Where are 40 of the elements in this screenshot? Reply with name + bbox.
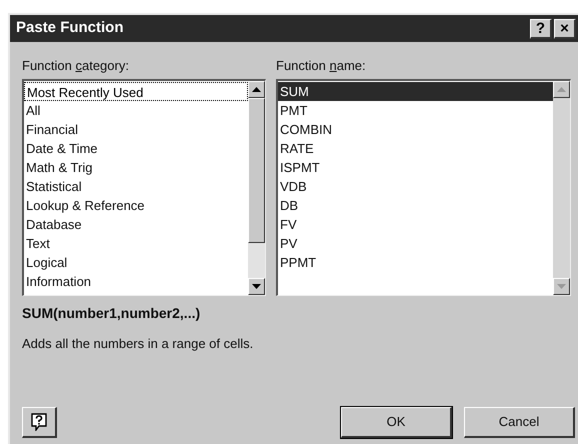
function-description: Adds all the numbers in a range of cells.	[21, 335, 254, 353]
list-item[interactable]: ISPMT	[278, 158, 553, 177]
list-item[interactable]: PV	[278, 234, 553, 253]
scroll-down-button[interactable]	[248, 278, 265, 295]
list-item[interactable]: SUM	[278, 82, 553, 101]
list-item[interactable]: Date & Time	[24, 139, 248, 158]
list-item[interactable]: Most Recently Used	[24, 82, 248, 101]
list-item[interactable]: Text	[24, 234, 248, 253]
list-item[interactable]: PMT	[278, 101, 553, 120]
help-bubble-icon	[31, 413, 47, 431]
list-item[interactable]: VDB	[278, 177, 553, 196]
down-arrow-icon	[252, 284, 261, 289]
list-item[interactable]: DB	[278, 196, 553, 215]
ok-button[interactable]: OK	[341, 407, 452, 438]
list-item[interactable]: All	[24, 101, 248, 120]
list-item[interactable]: Information	[24, 272, 248, 291]
list-item[interactable]: COMBIN	[278, 120, 553, 139]
down-arrow-icon	[557, 284, 566, 289]
scroll-thumb[interactable]	[248, 98, 265, 243]
function-syntax: SUM(number1,number2,...)	[21, 304, 202, 323]
up-arrow-icon	[252, 87, 261, 92]
scroll-up-button[interactable]	[248, 81, 265, 98]
window-title: Paste Function	[16, 18, 124, 38]
list-label: Function name:	[276, 57, 366, 75]
list-item[interactable]: Statistical	[24, 177, 248, 196]
scrollbar[interactable]	[248, 81, 265, 295]
up-arrow-icon	[557, 87, 566, 92]
list-item[interactable]: RATE	[278, 139, 553, 158]
close-button[interactable]: ×	[554, 18, 576, 38]
help-button[interactable]: ?	[530, 18, 552, 38]
list-item[interactable]: Math & Trig	[24, 158, 248, 177]
list-item[interactable]: Financial	[24, 120, 248, 139]
list-label: Function category:	[22, 57, 129, 75]
list-item[interactable]: PPMT	[278, 253, 553, 272]
list-item[interactable]: Database	[24, 215, 248, 234]
list-item[interactable]: Lookup & Reference	[24, 196, 248, 215]
cancel-button[interactable]: Cancel	[464, 407, 575, 438]
list-item[interactable]: FV	[278, 215, 553, 234]
list-item[interactable]: Logical	[24, 253, 248, 272]
help-button[interactable]	[22, 407, 57, 438]
